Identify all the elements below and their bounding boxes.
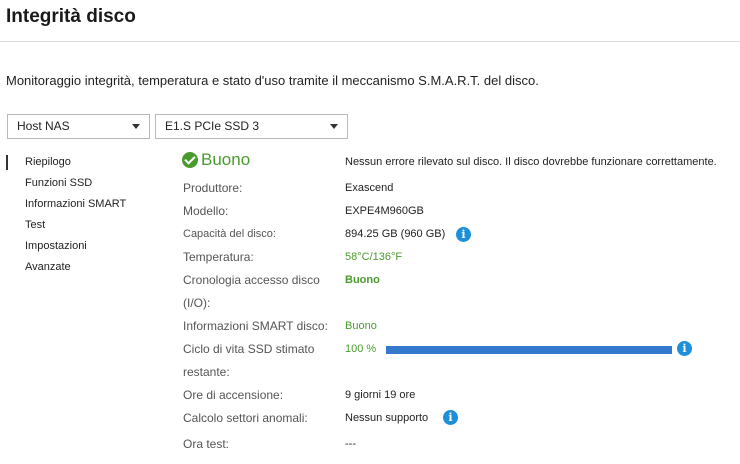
nav-item-funzioni-ssd[interactable]: Funzioni SSD <box>6 173 146 194</box>
model-label: Modello: <box>183 204 229 218</box>
side-nav: Riepilogo Funzioni SSD Informazioni SMAR… <box>6 152 146 278</box>
page-description: Monitoraggio integrità, temperatura e st… <box>6 73 539 88</box>
access-history-label: Cronologia accesso disco <box>183 273 320 287</box>
power-on-hours-label: Ore di accensione: <box>183 388 284 402</box>
manufacturer-label: Produttore: <box>183 181 243 195</box>
access-history-label-cont: (I/O): <box>183 296 211 310</box>
header-divider <box>0 41 740 42</box>
power-on-hours-value: 9 giorni 19 ore <box>345 389 416 401</box>
temperature-label: Temperatura: <box>183 250 254 264</box>
manufacturer-value: Exascend <box>345 182 394 194</box>
nav-item-test[interactable]: Test <box>6 215 146 236</box>
smart-info-value: Buono <box>345 320 377 332</box>
smart-info-label: Informazioni SMART disco: <box>183 319 328 333</box>
test-time-label: Ora test: <box>183 437 230 451</box>
bad-sector-info-icon[interactable]: i <box>443 410 458 425</box>
health-status: Buono <box>182 150 250 170</box>
model-value: EXPE4M960GB <box>345 205 424 217</box>
nav-item-informazioni-smart[interactable]: Informazioni SMART <box>6 194 146 215</box>
ssd-life-progress-bar <box>386 346 672 354</box>
ssd-life-label: Ciclo di vita SSD stimato <box>183 342 315 356</box>
nav-item-impostazioni[interactable]: Impostazioni <box>6 236 146 257</box>
nav-item-riepilogo[interactable]: Riepilogo <box>6 152 146 173</box>
test-time-value: --- <box>345 438 356 450</box>
host-select-value: Host NAS <box>17 119 70 133</box>
ssd-life-value: 100 % <box>345 343 377 355</box>
capacity-value: 894.25 GB (960 GB) <box>345 228 446 240</box>
temperature-value: 58°C/136°F <box>345 251 403 263</box>
health-status-text: Buono <box>201 150 251 169</box>
ssd-life-progress-fill <box>386 346 672 354</box>
bad-sector-value: Nessun supporto <box>345 412 429 424</box>
ssd-life-info-icon[interactable]: i <box>677 341 692 356</box>
disk-select-value: E1.S PCIe SSD 3 <box>165 119 260 133</box>
access-history-value: Buono <box>345 274 380 286</box>
page-title: Integrità disco <box>6 6 136 27</box>
bad-sector-label: Calcolo settori anomali: <box>183 411 308 425</box>
ssd-life-label-cont: restante: <box>183 365 230 379</box>
chevron-down-icon <box>330 124 338 129</box>
nav-item-avanzate[interactable]: Avanzate <box>6 257 146 278</box>
disk-select[interactable]: E1.S PCIe SSD 3 <box>155 114 348 139</box>
host-select[interactable]: Host NAS <box>7 114 150 139</box>
chevron-down-icon <box>132 124 140 129</box>
check-circle-icon <box>182 152 198 168</box>
capacity-info-icon[interactable]: i <box>456 227 471 242</box>
capacity-label: Capacità del disco: <box>183 228 276 240</box>
health-status-message: Nessun errore rilevato sul disco. Il dis… <box>345 156 717 168</box>
